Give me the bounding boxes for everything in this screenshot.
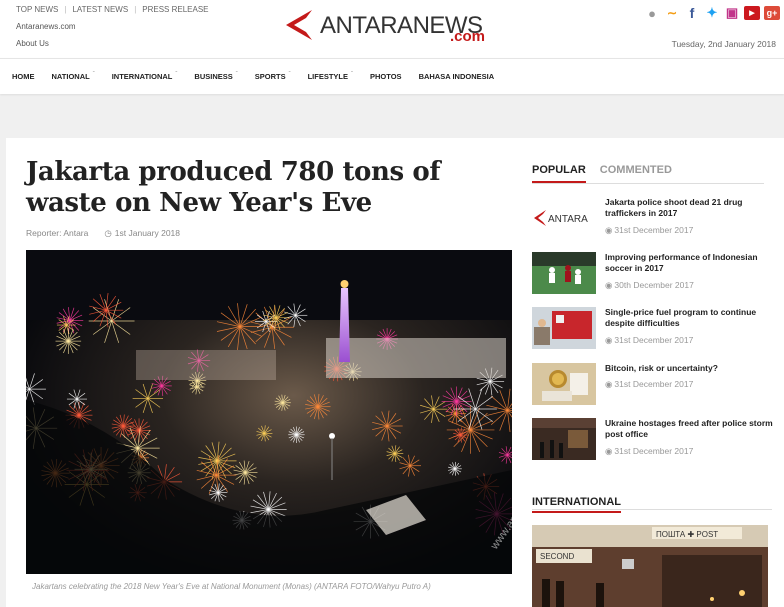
- site-logo[interactable]: ANTARANEWS .com: [284, 6, 504, 46]
- international-sign-post: ПОШТА ✚ POST: [656, 530, 718, 539]
- nav-item-home[interactable]: HOME: [12, 72, 35, 81]
- nav-item-national[interactable]: NATIONAL ˇ: [52, 72, 95, 81]
- eye-icon: ◉: [605, 280, 613, 290]
- popular-time-wrap: ◉ 31st December 2017: [605, 446, 693, 457]
- popular-thumb[interactable]: ANTARA: [532, 197, 596, 239]
- international-photo[interactable]: ПОШТА ✚ POST SECOND: [532, 525, 768, 607]
- popular-item[interactable]: Improving performance of Indonesian socc…: [532, 252, 778, 296]
- nav-item-label: INTERNATIONAL: [111, 72, 173, 81]
- chevron-down-icon: ˇ: [175, 72, 178, 78]
- article-reporter: Reporter: Antara: [26, 228, 89, 238]
- nav-item-label: NATIONAL: [51, 72, 90, 81]
- popular-item[interactable]: Single-price fuel program to continue de…: [532, 307, 778, 351]
- popular-title[interactable]: Single-price fuel program to continue de…: [605, 307, 775, 329]
- antara-logo-mark-icon: [286, 10, 312, 40]
- chevron-down-icon: ˇ: [92, 72, 95, 78]
- popular-item[interactable]: Ukraine hostages freed after police stor…: [532, 418, 778, 462]
- chevron-down-icon: ˇ: [235, 72, 238, 78]
- twitter-icon[interactable]: ✦: [704, 5, 720, 20]
- logo-domain: .com: [450, 28, 486, 45]
- clock-icon: ◷: [104, 228, 112, 238]
- popular-time: 31st December 2017: [614, 335, 694, 345]
- eye-icon: ◉: [605, 225, 613, 235]
- instagram-icon[interactable]: ▣: [724, 5, 740, 20]
- nav-item-label: PHOTOS: [370, 72, 402, 81]
- popular-time-wrap: ◉ 30th December 2017: [605, 280, 694, 291]
- nav-item-label: BAHASA INDONESIA: [418, 72, 495, 81]
- user-icon[interactable]: ●: [644, 6, 660, 21]
- eye-icon: ◉: [605, 335, 613, 345]
- article-meta: Reporter: Antara ◷ 1st January 2018: [26, 228, 180, 239]
- nav-item-label: BUSINESS: [194, 72, 233, 81]
- nav-item-photos[interactable]: PHOTOS: [370, 72, 402, 81]
- top-links: TOP NEWS | LATEST NEWS | PRESS RELEASE: [16, 5, 209, 14]
- popular-time-wrap: ◉ 31st December 2017: [605, 225, 693, 236]
- popular-time-wrap: ◉ 31st December 2017: [605, 335, 693, 346]
- top-link-top-news[interactable]: TOP NEWS: [16, 5, 58, 14]
- popular-thumb[interactable]: [532, 363, 596, 405]
- social-links: ● ∼ f ✦ ▣ ▶ g+: [644, 5, 780, 21]
- sidebar-tabs: POPULAR COMMENTED: [532, 164, 764, 184]
- facebook-icon[interactable]: f: [684, 5, 700, 21]
- popular-thumb[interactable]: [532, 252, 596, 294]
- popular-thumb[interactable]: [532, 307, 596, 349]
- popular-time: 31st December 2017: [614, 379, 694, 389]
- sub-link-about-us[interactable]: About Us: [16, 39, 49, 48]
- popular-title[interactable]: Bitcoin, risk or uncertainty?: [605, 363, 775, 374]
- google-plus-icon[interactable]: g+: [764, 6, 780, 20]
- popular-time-wrap: ◉ 31st December 2017: [605, 379, 693, 390]
- nav-item-label: LIFESTYLE: [307, 72, 349, 81]
- photo-caption: Jakartans celebrating the 2018 New Year'…: [32, 582, 431, 591]
- popular-time: 31st December 2017: [614, 446, 694, 456]
- top-link-latest-news[interactable]: LATEST NEWS: [72, 5, 128, 14]
- popular-time: 31st December 2017: [614, 225, 694, 235]
- article-photo[interactable]: www.antaranews.com: [26, 250, 512, 574]
- chevron-down-icon: ˇ: [351, 72, 354, 78]
- nav-item-label: SPORTS: [254, 72, 286, 81]
- nav-item-international[interactable]: INTERNATIONAL ˇ: [112, 72, 178, 81]
- popular-title[interactable]: Jakarta police shoot dead 21 drug traffi…: [605, 197, 775, 219]
- tab-commented[interactable]: COMMENTED: [600, 164, 672, 183]
- article-title: Jakarta produced 780 tons of waste on Ne…: [26, 157, 441, 218]
- nav-item-label: HOME: [12, 72, 35, 81]
- eye-icon: ◉: [605, 446, 613, 456]
- fireworks-photo-svg: www.antaranews.com: [26, 250, 512, 574]
- popular-item[interactable]: ANTARA Jakarta police shoot dead 21 drug…: [532, 197, 778, 241]
- popular-item[interactable]: Bitcoin, risk or uncertainty? ◉ 31st Dece…: [532, 363, 778, 407]
- popular-title[interactable]: Improving performance of Indonesian socc…: [605, 252, 775, 274]
- international-heading[interactable]: INTERNATIONAL: [532, 496, 622, 513]
- site-header: TOP NEWS | LATEST NEWS | PRESS RELEASE A…: [0, 0, 784, 58]
- article-date-wrap: ◷ 1st January 2018: [104, 228, 180, 239]
- international-sign-second: SECOND: [540, 552, 574, 561]
- tab-popular[interactable]: POPULAR: [532, 164, 586, 183]
- sub-link-antaranews[interactable]: Antaranews.com: [16, 22, 76, 31]
- chevron-down-icon: ˇ: [288, 72, 291, 78]
- top-link-press-release[interactable]: PRESS RELEASE: [142, 5, 208, 14]
- nav-item-business[interactable]: BUSINESS ˇ: [194, 72, 237, 81]
- international-header: INTERNATIONAL: [532, 492, 772, 513]
- youtube-icon[interactable]: ▶: [744, 6, 760, 20]
- nav-item-lifestyle[interactable]: LIFESTYLE ˇ: [308, 72, 353, 81]
- popular-title[interactable]: Ukraine hostages freed after police stor…: [605, 418, 775, 440]
- nav-item-bahasa-indonesia[interactable]: BAHASA INDONESIA: [419, 72, 495, 81]
- eye-icon: ◉: [605, 379, 613, 389]
- rss-icon[interactable]: ∼: [664, 6, 680, 20]
- main-nav: HOME NATIONAL ˇ INTERNATIONAL ˇ BUSINESS ˇ SPOR…: [0, 58, 784, 94]
- popular-time: 30th December 2017: [614, 280, 694, 290]
- popular-thumb[interactable]: [532, 418, 596, 460]
- popular-thumb-label: ANTARA: [548, 214, 588, 225]
- current-date: Tuesday, 2nd January 2018: [671, 39, 776, 49]
- nav-item-sports[interactable]: SPORTS ˇ: [255, 72, 291, 81]
- article-date: 1st January 2018: [114, 228, 181, 238]
